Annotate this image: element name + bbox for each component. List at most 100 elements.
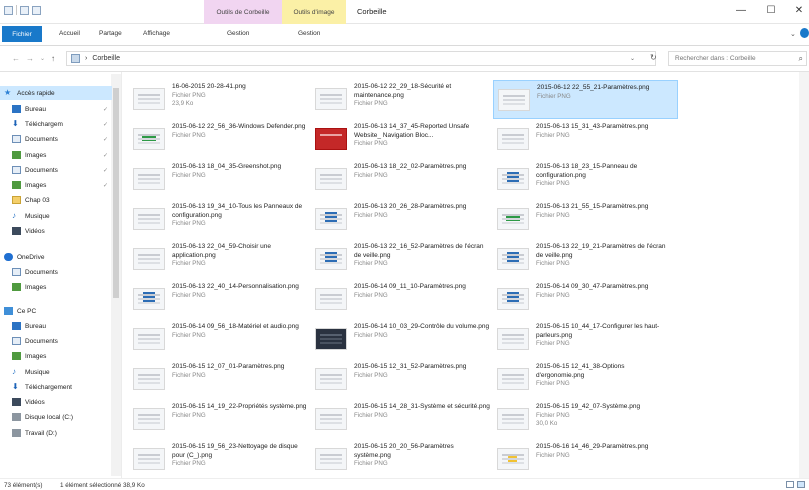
nav-item[interactable]: Bureau <box>0 319 112 333</box>
context-tab-image-tools[interactable]: Outils d'image <box>282 0 346 24</box>
nav-item[interactable]: Images <box>0 280 112 294</box>
png-thumbnail-icon <box>315 208 347 230</box>
nav-item[interactable]: Documents ✓ <box>0 132 112 146</box>
file-item[interactable]: 2015-06-13 20_26_28-Paramètres.png Fichie… <box>311 200 496 239</box>
file-item[interactable]: 2015-06-12 22_55_21-Paramètres.png Fichie… <box>493 80 678 119</box>
file-item[interactable]: 2015-06-15 10_44_17-Configurer les haut-… <box>493 320 678 359</box>
file-item[interactable]: 2015-06-15 12_41_38-Options d'ergonomie.… <box>493 360 678 399</box>
nav-item[interactable]: Disque local (C:) <box>0 410 112 424</box>
tab-fichier[interactable]: Fichier <box>2 26 42 42</box>
address-field[interactable]: › Corbeille <box>66 51 656 66</box>
file-meta: 2015-06-15 19_56_23-Nettoyage de disque … <box>172 443 310 469</box>
nav-item[interactable]: ⬇ Téléchargement <box>0 380 112 394</box>
file-item[interactable]: 2015-06-13 14_37_45-Reported Unsafe Webs… <box>311 120 496 159</box>
up-arrow-icon[interactable]: ↑ <box>51 54 55 63</box>
file-item[interactable]: 2015-06-13 22_19_21-Paramètres de l'écra… <box>493 240 678 279</box>
refresh-icon[interactable]: ↻ <box>650 53 657 62</box>
close-button[interactable]: ✕ <box>786 4 809 18</box>
png-thumbnail-icon <box>315 168 347 190</box>
nav-item[interactable]: Images ✓ <box>0 178 112 192</box>
file-item[interactable]: 2015-06-16 14_46_29-Paramètres.png Fichie… <box>493 440 678 478</box>
file-item[interactable]: 2015-06-14 09_56_18-Matériel et audio.pn… <box>129 320 314 359</box>
nav-item[interactable]: OneDrive <box>0 250 112 264</box>
file-item[interactable]: 2015-06-13 18_23_15-Panneau de configura… <box>493 160 678 199</box>
large-icons-view-icon[interactable] <box>797 481 805 488</box>
file-item[interactable]: 2015-06-12 22_29_18-Sécurité et maintena… <box>311 80 496 119</box>
details-view-icon[interactable] <box>786 481 794 488</box>
tab-gestion-image[interactable]: Gestion <box>298 30 320 37</box>
search-icon[interactable]: ⌕ <box>799 54 806 64</box>
nav-item[interactable]: ♪ Musique <box>0 209 112 223</box>
selection-info: 1 élément sélectionné 38,9 Ko <box>60 482 145 489</box>
file-item[interactable]: 2015-06-13 21_55_15-Paramètres.png Fichie… <box>493 200 678 239</box>
nav-item[interactable]: Chap 03 <box>0 193 112 207</box>
nav-item-label: Musique <box>25 212 50 220</box>
file-item[interactable]: 2015-06-13 22_04_59-Choisir une applicat… <box>129 240 314 279</box>
nav-item[interactable]: Vidéos <box>0 224 112 238</box>
nav-item[interactable]: ♪ Musique <box>0 365 112 379</box>
file-item[interactable]: 2015-06-15 14_28_31-Système et sécurité.… <box>311 400 496 439</box>
tab-accueil[interactable]: Accueil <box>59 30 80 37</box>
file-name: 2015-06-15 19_56_23-Nettoyage de disque … <box>172 443 298 459</box>
file-item[interactable]: 2015-06-13 19_34_10-Tous les Panneaux de… <box>129 200 314 239</box>
file-item[interactable]: 2015-06-14 10_03_29-Contrôle du volume.p… <box>311 320 496 359</box>
search-input[interactable] <box>675 55 785 62</box>
file-item[interactable]: 2015-06-12 22_56_36-Windows Defender.png… <box>129 120 314 159</box>
properties-icon[interactable] <box>20 5 29 15</box>
file-item[interactable]: 2015-06-13 22_40_14-Personnalisation.png… <box>129 280 314 319</box>
nav-item[interactable]: Bureau ✓ <box>0 102 112 116</box>
context-tab-recycle-tools[interactable]: Outils de Corbeille <box>204 0 282 24</box>
help-icon[interactable] <box>800 28 809 38</box>
nav-item[interactable]: Travail (D:) <box>0 426 112 440</box>
nav-item[interactable]: Documents ✓ <box>0 163 112 177</box>
file-item[interactable]: 2015-06-15 12_07_01-Paramètres.png Fichie… <box>129 360 314 399</box>
ribbon-expand-chevron-icon[interactable]: ⌄ <box>790 30 796 38</box>
file-item[interactable]: 2015-06-13 15_31_43-Paramètres.png Fichie… <box>493 120 678 159</box>
file-size: 30,0 Ko <box>536 420 558 427</box>
file-item[interactable]: 2015-06-15 14_19_22-Propriétés système.p… <box>129 400 314 439</box>
file-meta: 2015-06-13 18_22_02-Paramètres.png Fichie… <box>354 163 466 180</box>
file-item[interactable]: 2015-06-15 20_20_56-Paramètres système.p… <box>311 440 496 478</box>
nav-item[interactable]: Vidéos <box>0 395 112 409</box>
minimize-button[interactable]: — <box>728 4 754 18</box>
nav-item[interactable]: Ce PC <box>0 304 112 318</box>
maximize-button[interactable]: ☐ <box>758 4 784 18</box>
file-name: 2015-06-14 09_30_47-Paramètres.png <box>536 283 649 290</box>
file-item[interactable]: 2015-06-15 12_31_52-Paramètres.png Fichie… <box>311 360 496 399</box>
file-item[interactable]: 2015-06-13 18_22_02-Paramètres.png Fichie… <box>311 160 496 199</box>
recent-locations-chevron-icon[interactable]: ⌄ <box>40 55 45 62</box>
new-folder-icon[interactable] <box>32 5 41 15</box>
status-bar: 73 élément(s) 1 élément sélectionné 38,9… <box>0 478 809 490</box>
nav-item-label: Bureau <box>25 105 46 113</box>
tab-affichage[interactable]: Affichage <box>143 30 170 37</box>
search-box[interactable]: ⌕ <box>668 51 807 66</box>
file-item[interactable]: 2015-06-13 18_04_35-Greenshot.png Fichier… <box>129 160 314 199</box>
file-item[interactable]: 2015-06-14 09_11_10-Paramètres.png Fichie… <box>311 280 496 319</box>
png-thumbnail-icon <box>497 168 529 190</box>
file-item[interactable]: 16-06-2015 20-28-41.png Fichier PNG 23,9 K… <box>129 80 314 119</box>
forward-arrow-icon[interactable]: → <box>26 54 34 63</box>
nav-scrollbar-thumb[interactable] <box>113 88 119 298</box>
nav-item[interactable]: ★ Accès rapide <box>0 86 112 100</box>
file-type: Fichier PNG <box>172 91 206 99</box>
tab-gestion-corbeille[interactable]: Gestion <box>227 30 249 37</box>
address-path[interactable]: Corbeille <box>92 55 120 62</box>
tab-partage[interactable]: Partage <box>99 30 122 37</box>
file-item[interactable]: 2015-06-13 22_16_52-Paramètres de l'écra… <box>311 240 496 279</box>
file-name: 2015-06-14 10_03_29-Contrôle du volume.p… <box>354 323 490 330</box>
address-dropdown-chevron-icon[interactable]: ⌄ <box>630 55 635 62</box>
file-item[interactable]: 2015-06-15 19_56_23-Nettoyage de disque … <box>129 440 314 478</box>
file-meta: 2015-06-16 14_46_29-Paramètres.png Fichie… <box>536 443 648 460</box>
nav-item[interactable]: Documents <box>0 334 112 348</box>
nav-item[interactable]: Images ✓ <box>0 148 112 162</box>
nav-item[interactable]: Documents <box>0 265 112 279</box>
back-arrow-icon[interactable]: ← <box>12 54 20 63</box>
file-size: 23,9 Ko <box>172 100 194 107</box>
file-meta: 16-06-2015 20-28-41.png Fichier PNG 23,9 K… <box>172 83 246 109</box>
nav-item[interactable]: ⬇ Téléchargem ✓ <box>0 117 112 131</box>
nav-item[interactable]: Images <box>0 349 112 363</box>
file-item[interactable]: 2015-06-15 19_42_07-Système.png Fichier P… <box>493 400 678 439</box>
content-scrollbar[interactable] <box>799 72 809 478</box>
file-item[interactable]: 2015-06-14 09_30_47-Paramètres.png Fichie… <box>493 280 678 319</box>
nav-item-label: Accès rapide <box>17 89 55 97</box>
